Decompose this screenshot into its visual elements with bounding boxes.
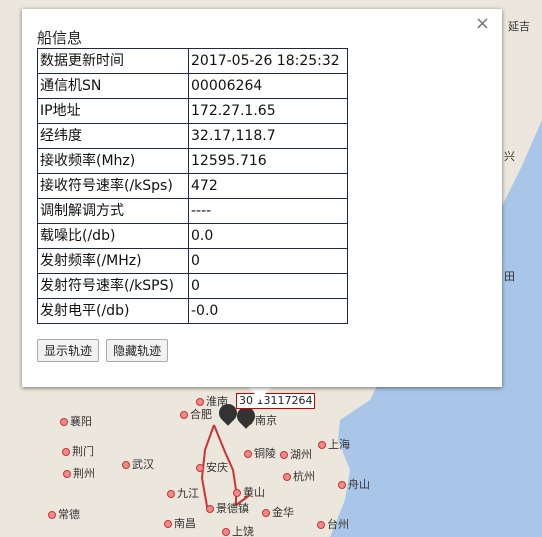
popup-title: 船信息: [37, 29, 83, 47]
city-hefei: 合肥: [180, 406, 212, 422]
row-label: 调制解调方式: [37, 198, 189, 224]
row-value: 2017-05-26 18:25:32: [188, 48, 348, 74]
table-row: 发射符号速率(/kSPS) 0: [37, 273, 348, 299]
table-row: 接收符号速率(/kSps) 472: [37, 173, 348, 199]
city-tongling: 铜陵: [244, 445, 276, 461]
row-label: 接收符号速率(/kSps): [37, 173, 189, 199]
close-icon[interactable]: ×: [475, 15, 490, 33]
city-jingmen: 荆门: [62, 443, 94, 459]
row-label: 经纬度: [37, 123, 189, 149]
hide-track-button[interactable]: 隐藏轨迹: [106, 339, 169, 362]
city-taizhou: 台州: [317, 516, 349, 532]
table-row: 接收频率(Mhz) 12595.716: [37, 148, 348, 174]
popup-pointer: [248, 386, 272, 400]
row-value: 0: [188, 248, 348, 274]
city-hangzhou: 杭州: [283, 468, 315, 484]
row-label: 发射电平(/db): [37, 298, 189, 324]
row-label: 通信机SN: [37, 73, 189, 99]
city-jingdezhen: 景德镇: [206, 500, 249, 516]
row-value: 12595.716: [188, 148, 348, 174]
row-value: 172.27.1.65: [188, 98, 348, 124]
table-row: 数据更新时间 2017-05-26 18:25:32: [37, 48, 348, 74]
row-label: 数据更新时间: [37, 48, 189, 74]
table-row: IP地址 172.27.1.65: [37, 98, 348, 124]
row-value: 472: [188, 173, 348, 199]
city-zhoushan: 舟山: [338, 476, 370, 492]
city-anqing: 安庆: [196, 459, 228, 475]
row-label: 发射符号速率(/kSPS): [37, 273, 189, 299]
row-label: 载噪比(/db): [37, 223, 189, 249]
ship-info-table: 数据更新时间 2017-05-26 18:25:32 通信机SN 00006264 …: [37, 48, 348, 324]
city-jiujiang: 九江: [167, 485, 199, 501]
table-row: 经纬度 32.17,118.7: [37, 123, 348, 149]
city-jinhua: 金华: [262, 504, 294, 520]
city-wuhan: 武汉: [122, 456, 154, 472]
show-track-button[interactable]: 显示轨迹: [37, 339, 100, 362]
table-row: 调制解调方式 ----: [37, 198, 348, 224]
city-changde: 常德: [48, 506, 80, 522]
row-label: 发射频率(/MHz): [37, 248, 189, 274]
track-buttons: 显示轨迹 隐藏轨迹: [37, 339, 170, 362]
city-xing: 兴: [504, 150, 515, 163]
row-value: 0.0: [188, 223, 348, 249]
city-tian: 田: [504, 270, 515, 283]
row-label: 接收频率(Mhz): [37, 148, 189, 174]
city-jingzhou: 荆州: [63, 465, 95, 481]
city-shangrao: 上饶: [222, 523, 254, 537]
city-xiangyang: 襄阳: [60, 413, 92, 429]
table-row: 通信机SN 00006264: [37, 73, 348, 99]
info-popup: × 船信息 数据更新时间 2017-05-26 18:25:32 通信机SN 000…: [22, 9, 502, 387]
city-shanghai: 上海: [318, 436, 350, 452]
city-huangshan: 黄山: [233, 484, 265, 500]
table-row: 发射电平(/db) -0.0: [37, 298, 348, 324]
table-row: 载噪比(/db) 0.0: [37, 223, 348, 249]
row-value: ----: [188, 198, 348, 224]
row-value: 32.17,118.7: [188, 123, 348, 149]
table-row: 发射频率(/MHz) 0: [37, 248, 348, 274]
row-value: -0.0: [188, 298, 348, 324]
city-huzhou: 湖州: [280, 446, 312, 462]
row-value: 0: [188, 273, 348, 299]
city-yanji: 延吉: [508, 20, 530, 33]
city-nanchang: 南昌: [164, 515, 196, 531]
row-value: 00006264: [188, 73, 348, 99]
row-label: IP地址: [37, 98, 189, 124]
